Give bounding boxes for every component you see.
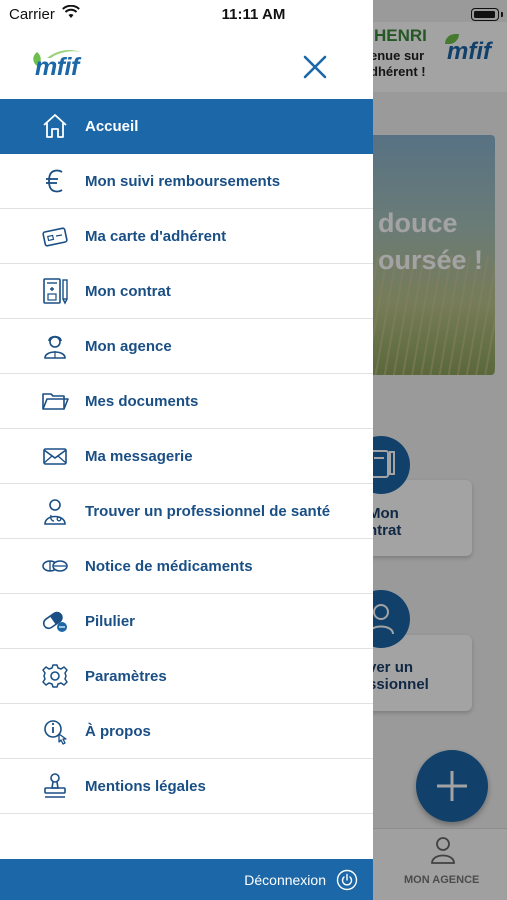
menu-item-professionnel-sante[interactable]: Trouver un professionnel de santé xyxy=(0,484,373,539)
menu-item-pilulier[interactable]: Pilulier xyxy=(0,594,373,649)
menu-item-parametres[interactable]: Paramètres xyxy=(0,649,373,704)
menu-label-mentions-legales: Mentions légales xyxy=(85,778,206,795)
menu-item-remboursements[interactable]: Mon suivi remboursements xyxy=(0,154,373,209)
menu-label-accueil: Accueil xyxy=(85,118,139,135)
menu-label-documents: Mes documents xyxy=(85,393,199,410)
logo-text: mfif xyxy=(35,53,79,81)
pills-icon xyxy=(42,560,68,572)
contract-icon xyxy=(43,278,68,305)
battery-icon xyxy=(471,8,503,21)
menu-item-agence[interactable]: Mon agence xyxy=(0,319,373,374)
info-icon xyxy=(44,720,67,745)
capsule-icon xyxy=(42,611,67,632)
menu-item-carte-adherent[interactable]: Ma carte d'adhérent xyxy=(0,209,373,264)
menu-label-notice-medicaments: Notice de médicaments xyxy=(85,558,253,575)
doctor-icon xyxy=(44,499,66,525)
clock: 11:11 AM xyxy=(221,6,286,23)
menu-label-carte-adherent: Ma carte d'adhérent xyxy=(85,228,227,245)
menu-item-notice-medicaments[interactable]: Notice de médicaments xyxy=(0,539,373,594)
menu-label-pilulier: Pilulier xyxy=(85,613,136,630)
menu-label-messagerie: Ma messagerie xyxy=(85,448,193,465)
menu-item-messagerie[interactable]: Ma messagerie xyxy=(0,429,373,484)
logout-button[interactable]: Déconnexion xyxy=(0,859,373,900)
agent-icon xyxy=(44,335,66,359)
menu-item-a-propos[interactable]: À propos xyxy=(0,704,373,759)
side-drawer: mfif Accueil Mon suivi remboursements Ma… xyxy=(0,0,373,900)
menu-item-mentions-legales[interactable]: Mentions légales xyxy=(0,759,373,814)
card-icon xyxy=(42,227,68,247)
folder-icon xyxy=(42,393,69,410)
menu-label-agence: Mon agence xyxy=(85,338,172,355)
menu-label-contrat: Mon contrat xyxy=(85,283,171,300)
menu-item-contrat[interactable]: Mon contrat xyxy=(0,264,373,319)
drawer-menu: Accueil Mon suivi remboursements Ma cart… xyxy=(0,99,373,814)
stamp-icon xyxy=(44,773,66,798)
euro-icon xyxy=(46,169,63,193)
menu-item-documents[interactable]: Mes documents xyxy=(0,374,373,429)
home-icon xyxy=(43,114,67,138)
menu-label-remboursements: Mon suivi remboursements xyxy=(85,173,281,190)
envelope-icon xyxy=(43,448,67,465)
menu-label-a-propos: À propos xyxy=(85,723,151,740)
status-bar: Carrier 11:11 AM xyxy=(0,0,507,26)
menu-label-professionnel-sante: Trouver un professionnel de santé xyxy=(85,503,331,520)
logout-label: Déconnexion xyxy=(244,872,326,888)
menu-item-accueil[interactable]: Accueil xyxy=(0,99,373,154)
close-icon[interactable] xyxy=(298,50,332,84)
menu-label-parametres: Paramètres xyxy=(85,668,167,685)
gear-icon xyxy=(42,664,68,688)
mfif-logo: mfif xyxy=(25,50,85,84)
power-icon[interactable] xyxy=(336,869,358,891)
